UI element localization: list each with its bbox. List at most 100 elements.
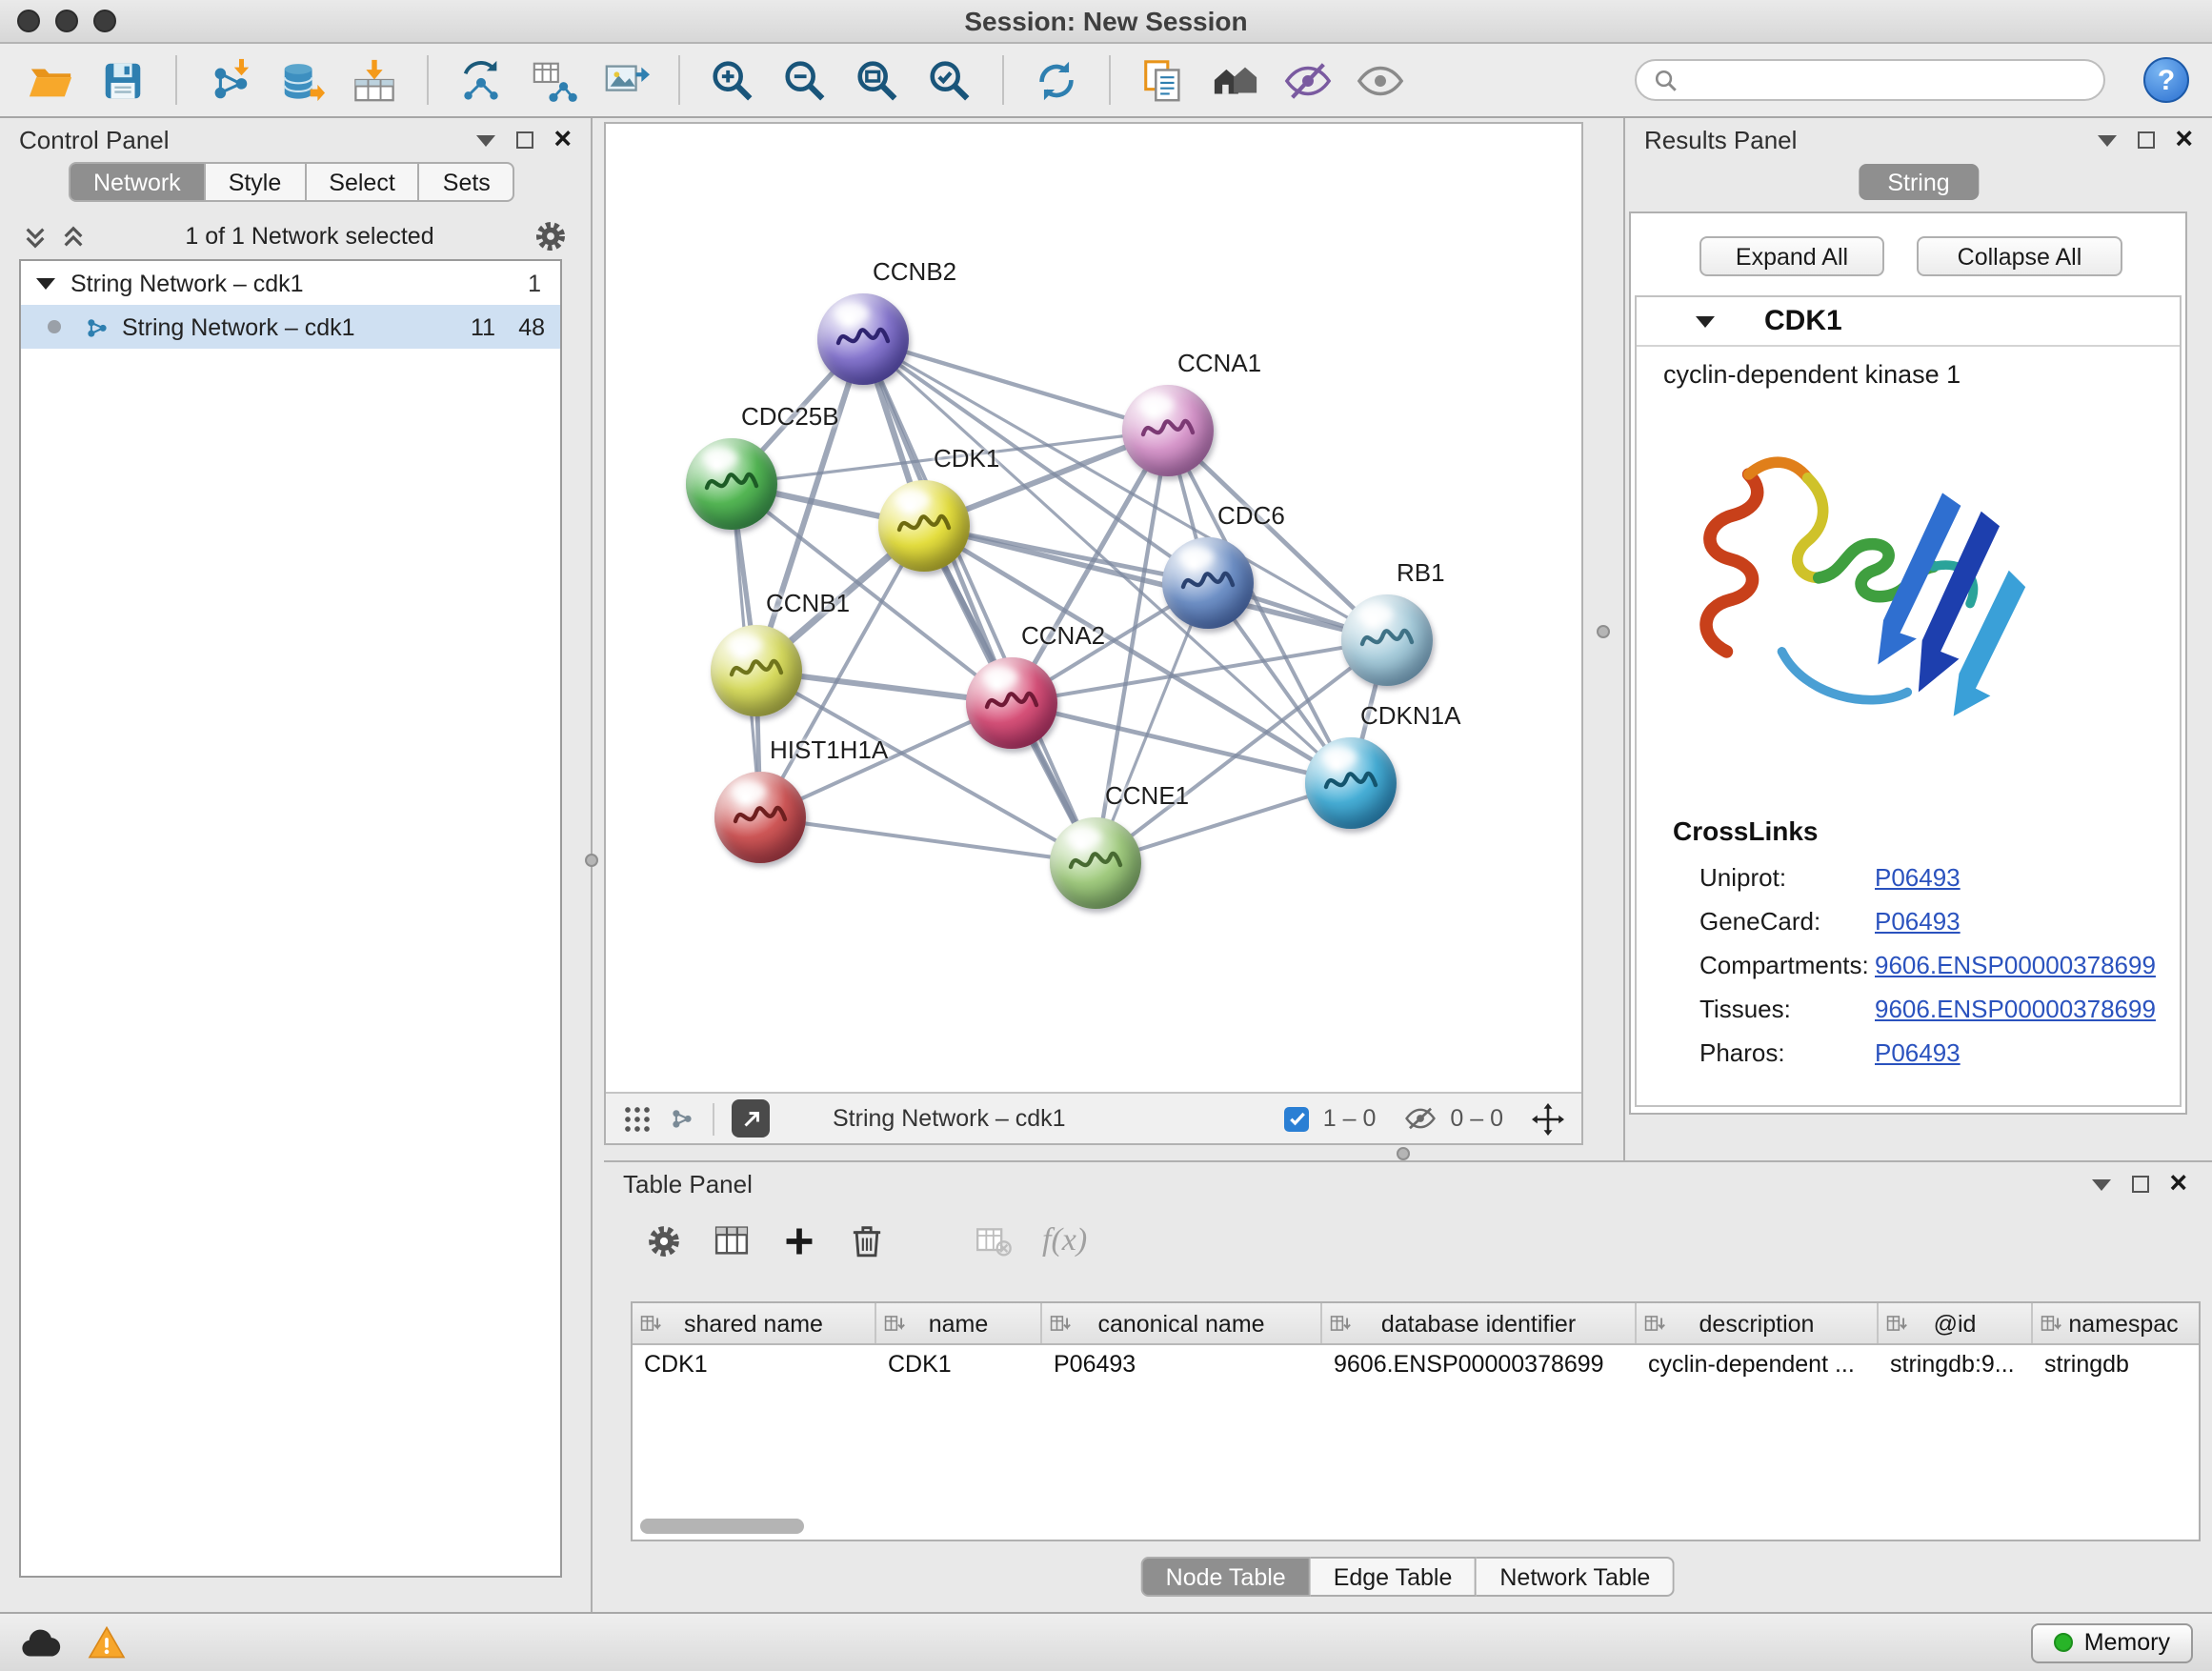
pan-mode-button[interactable] [1532, 1102, 1564, 1135]
tab-string[interactable]: String [1859, 164, 1978, 200]
horizontal-splitter-handle[interactable] [1397, 1147, 1410, 1160]
tab-node-table[interactable]: Node Table [1141, 1557, 1311, 1597]
zoom-selected-region-button[interactable] [918, 50, 981, 111]
column-header-shared-name[interactable]: shared name [633, 1303, 876, 1343]
crosslink-link[interactable]: 9606.ENSP00000378699 [1875, 951, 2156, 979]
clone-network-button[interactable] [450, 50, 513, 111]
node-CDC6[interactable] [1162, 537, 1254, 629]
delete-column-button[interactable] [848, 1221, 886, 1259]
node-CDC25B[interactable] [686, 438, 777, 530]
expand-all-networks-button[interactable] [23, 224, 48, 249]
selected-elements-checkbox[interactable] [1285, 1106, 1310, 1131]
import-network-from-database-button[interactable] [271, 50, 333, 111]
table-options-button[interactable] [646, 1222, 682, 1258]
network-edge[interactable] [924, 526, 1387, 640]
table-cell[interactable]: stringdb [2033, 1345, 2201, 1385]
hide-selected-button[interactable] [1277, 50, 1339, 111]
table-cell[interactable]: cyclin-dependent ... [1637, 1345, 1879, 1385]
close-panel-icon[interactable]: × [553, 125, 572, 155]
column-header--id[interactable]: @id [1879, 1303, 2033, 1343]
expand-all-button[interactable]: Expand All [1699, 236, 1884, 276]
table-cell[interactable]: P06493 [1042, 1345, 1322, 1385]
zoom-out-button[interactable] [774, 50, 836, 111]
show-all-button[interactable] [1349, 50, 1412, 111]
node-CCNA1[interactable] [1122, 385, 1214, 476]
network-options-button[interactable] [533, 219, 568, 253]
import-table-from-file-button[interactable] [343, 50, 406, 111]
crosslink-link[interactable]: P06493 [1875, 907, 1961, 936]
panel-menu-icon[interactable] [2091, 1178, 2110, 1190]
zoom-fit-content-button[interactable] [846, 50, 909, 111]
save-session-button[interactable] [91, 50, 154, 111]
annotation-mode-button[interactable] [732, 1099, 770, 1137]
search-input[interactable] [1690, 67, 2086, 93]
copy-style-button[interactable] [1132, 50, 1195, 111]
column-header-database-identifier[interactable]: database identifier [1322, 1303, 1637, 1343]
close-panel-icon[interactable]: × [2169, 1169, 2187, 1199]
column-header-name[interactable]: name [876, 1303, 1042, 1343]
right-splitter-handle[interactable] [1597, 625, 1610, 638]
horizontal-scrollbar[interactable] [640, 1519, 804, 1534]
crosslink-link[interactable]: P06493 [1875, 863, 1961, 892]
zoom-in-button[interactable] [701, 50, 764, 111]
column-header-description[interactable]: description [1637, 1303, 1879, 1343]
crosslink-link[interactable]: 9606.ENSP00000378699 [1875, 995, 2156, 1023]
network-row-selected[interactable]: String Network – cdk1 11 48 [21, 305, 560, 349]
birdseye-grid-button[interactable] [623, 1104, 652, 1133]
float-panel-icon[interactable] [2131, 1176, 2148, 1193]
zoom-window-button[interactable] [93, 10, 116, 32]
show-overview-windows-button[interactable] [1204, 50, 1267, 111]
memory-button[interactable]: Memory [2031, 1622, 2193, 1662]
node-HIST1H1A[interactable] [714, 772, 806, 863]
float-panel-icon[interactable] [2137, 131, 2154, 149]
close-panel-icon[interactable]: × [2175, 125, 2193, 155]
cloud-status-button[interactable] [19, 1626, 61, 1659]
network-collection-row[interactable]: String Network – cdk1 1 [21, 261, 560, 305]
network-edge[interactable] [760, 817, 1096, 863]
tab-style[interactable]: Style [206, 162, 307, 202]
collapse-all-networks-button[interactable] [61, 224, 86, 249]
panel-menu-icon[interactable] [2097, 134, 2116, 146]
help-button[interactable]: ? [2143, 57, 2189, 103]
float-panel-icon[interactable] [515, 131, 533, 149]
close-window-button[interactable] [17, 10, 40, 32]
column-header-namespac[interactable]: namespac [2033, 1303, 2201, 1343]
left-splitter-handle[interactable] [585, 854, 598, 867]
table-cell[interactable]: 9606.ENSP00000378699 [1322, 1345, 1637, 1385]
apply-preferred-layout-button[interactable] [1025, 50, 1088, 111]
tab-edge-table[interactable]: Edge Table [1311, 1557, 1478, 1597]
tab-network-table[interactable]: Network Table [1477, 1557, 1675, 1597]
show-columns-button[interactable] [713, 1221, 751, 1259]
disclosure-triangle-icon[interactable] [1696, 315, 1715, 327]
protein-section-header[interactable]: CDK1 [1637, 297, 2180, 347]
table-cell[interactable]: CDK1 [876, 1345, 1042, 1385]
open-file-button[interactable] [19, 50, 82, 111]
node-CCNE1[interactable] [1050, 817, 1141, 909]
table-cell[interactable]: CDK1 [633, 1345, 876, 1385]
warnings-button[interactable] [88, 1625, 126, 1660]
add-column-button[interactable] [781, 1222, 817, 1258]
export-image-button[interactable] [594, 50, 657, 111]
node-CCNB2[interactable] [817, 293, 909, 385]
import-network-from-file-button[interactable] [198, 50, 261, 111]
table-cell[interactable]: stringdb:9... [1879, 1345, 2033, 1385]
node-CDK1[interactable] [878, 480, 970, 572]
disclosure-triangle-icon[interactable] [36, 277, 55, 289]
minimize-window-button[interactable] [55, 10, 78, 32]
column-header-canonical-name[interactable]: canonical name [1042, 1303, 1322, 1343]
tab-select[interactable]: Select [306, 162, 420, 202]
node-CDKN1A[interactable] [1305, 737, 1397, 829]
node-RB1[interactable] [1341, 594, 1433, 686]
tab-sets[interactable]: Sets [420, 162, 515, 202]
tab-network[interactable]: Network [69, 162, 206, 202]
node-CCNB1[interactable] [711, 625, 802, 716]
collapse-all-button[interactable]: Collapse All [1917, 236, 2122, 276]
network-overview-button[interactable] [669, 1105, 695, 1132]
node-CCNA2[interactable] [966, 657, 1057, 749]
network-edge[interactable] [863, 339, 1168, 431]
new-network-from-selection-button[interactable] [522, 50, 585, 111]
panel-menu-icon[interactable] [475, 134, 494, 146]
network-edge[interactable] [863, 339, 1096, 863]
crosslink-link[interactable]: P06493 [1875, 1038, 1961, 1067]
network-canvas[interactable]: CCNB2CCNA1CDC25BCDK1CDC6RB1CCNB1CCNA2CDK… [606, 124, 1581, 1092]
